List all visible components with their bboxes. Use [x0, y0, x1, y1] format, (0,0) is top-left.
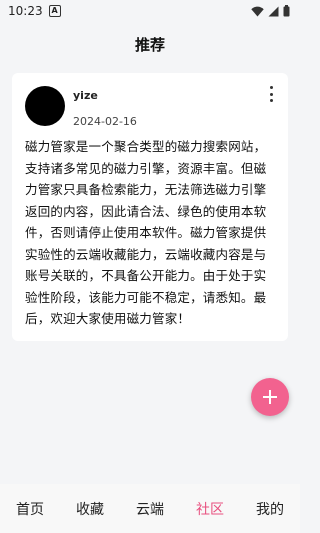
nav-profile[interactable]: 我的: [252, 499, 288, 519]
plus-icon: [263, 390, 277, 404]
post-username[interactable]: yize: [73, 89, 98, 102]
nav-favorites[interactable]: 收藏: [72, 499, 108, 519]
nav-community[interactable]: 社区: [192, 499, 228, 519]
page-title: 推荐: [134, 36, 165, 54]
battery-icon: [283, 5, 290, 17]
post-body: 磁力管家是一个聚合类型的磁力搜索网站，支持诸多常见的磁力引擎，资源丰富。但磁力管…: [25, 139, 267, 326]
more-vertical-icon[interactable]: [266, 86, 276, 102]
post-date: 2024-02-16: [73, 115, 137, 128]
signal-icon: [268, 6, 279, 16]
nav-home[interactable]: 首页: [12, 499, 48, 519]
add-post-button[interactable]: [251, 378, 289, 416]
status-time: 10:23: [8, 4, 43, 18]
nav-cloud[interactable]: 云端: [132, 499, 168, 519]
wifi-icon: [251, 6, 264, 16]
post-card[interactable]: yize 2024-02-16 磁力管家是一个聚合类型的磁力搜索网站，支持诸多常…: [12, 73, 288, 341]
bottom-nav: 首页 收藏 云端 社区 我的: [0, 484, 300, 533]
status-right: [251, 5, 290, 17]
status-bar: 10:23 A: [0, 0, 300, 22]
status-left: 10:23 A: [8, 4, 61, 18]
avatar[interactable]: [25, 86, 65, 126]
notification-a-icon: A: [48, 5, 61, 17]
